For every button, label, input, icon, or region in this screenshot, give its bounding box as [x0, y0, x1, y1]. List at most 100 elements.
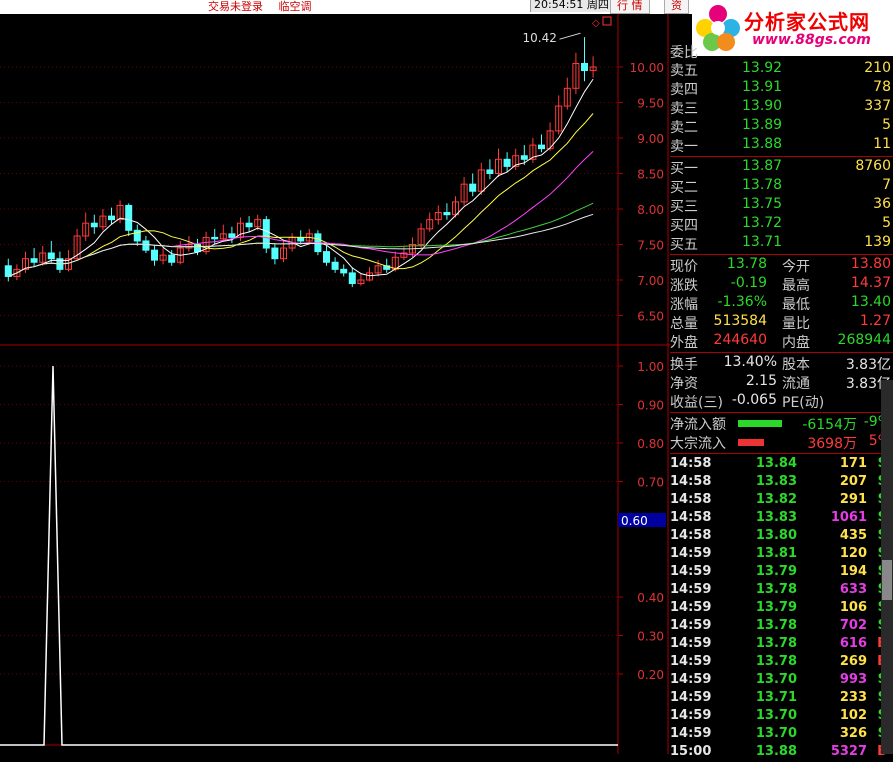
tick-time: 14:59 — [670, 582, 712, 597]
fund-value: 3.83亿 — [845, 357, 891, 373]
stat-label: 涨跌 — [670, 278, 698, 294]
tick-time: 14:59 — [670, 546, 712, 561]
debug-label: 临空调 — [278, 0, 312, 13]
tick-row: 14:5813.82291S — [670, 492, 893, 510]
price-label: 8.50 — [637, 168, 664, 182]
flow-separator — [670, 412, 893, 413]
ask-row: 卖三 13.90 337 — [670, 98, 893, 117]
tick-time: 14:59 — [670, 708, 712, 723]
price-label: 9.50 — [637, 97, 664, 111]
indicator-label: 0.70 — [637, 476, 664, 490]
ma20-line — [8, 151, 594, 277]
candle-body — [245, 222, 253, 228]
bid-volume: 139 — [864, 234, 891, 250]
tick-volume: 616 — [839, 636, 867, 651]
stat-label: 外盘 — [670, 335, 698, 351]
ask-label: 卖二 — [670, 120, 698, 136]
bid-label: 买三 — [670, 199, 698, 215]
bid-price: 13.87 — [742, 158, 783, 174]
ask-volume: 78 — [873, 79, 891, 95]
info-button[interactable]: 资 — [664, 0, 689, 14]
indicator-line — [0, 365, 618, 746]
quote-button[interactable]: 行 情 — [610, 0, 650, 14]
candle-body — [142, 240, 150, 251]
price-label: 9.00 — [637, 132, 664, 146]
candle-body — [503, 158, 511, 167]
tick-price: 13.78 — [755, 618, 797, 633]
tick-price: 13.79 — [755, 564, 797, 579]
tick-time: 15:00 — [670, 744, 712, 759]
tick-row: 14:5913.70102S — [670, 708, 893, 726]
vertical-scrollbar[interactable] — [881, 380, 893, 754]
tick-price: 13.83 — [755, 474, 797, 489]
commission-ratio-row: 委比 — [670, 42, 893, 61]
tick-price: 13.70 — [755, 672, 797, 687]
stat-value: 13.78 — [726, 256, 767, 272]
bid-row: 买二 13.78 7 — [670, 177, 893, 196]
tick-price: 13.78 — [755, 582, 797, 597]
bid-label: 买二 — [670, 180, 698, 196]
scrollbar-thumb[interactable] — [882, 560, 892, 600]
price-label: 7.50 — [637, 239, 664, 253]
candle-body — [297, 236, 305, 242]
fundamentals-row: 收益(三)-0.065PE(动)- — [670, 392, 893, 411]
tick-row: 14:5913.79194S — [670, 564, 893, 582]
tick-price: 13.79 — [755, 600, 797, 615]
ask-price: 13.92 — [742, 60, 783, 76]
ask-price: 13.90 — [742, 98, 783, 114]
candle-body — [340, 268, 348, 274]
tick-price: 13.78 — [755, 636, 797, 651]
bid-row: 买三 13.75 36 — [670, 196, 893, 215]
ask-volume: 337 — [864, 98, 891, 114]
tick-row: 14:5913.78616B — [670, 636, 893, 654]
candle-body — [228, 233, 236, 238]
tick-row: 14:5813.831061S — [670, 510, 893, 528]
kline-chart[interactable]: 10.00 9.50 9.00 8.50 8.00 7.50 7.00 6.50 10.42 ◇ 1… — [0, 14, 670, 754]
tick-row: 14:5913.78702S — [670, 618, 893, 636]
ticks-separator — [670, 453, 893, 454]
candle-body — [323, 251, 330, 263]
fund-label: 流通 — [782, 376, 810, 392]
indicator-label: 1.00 — [637, 360, 664, 374]
fundamentals-row: 换手 13.40% 股本 3.83亿 — [670, 354, 893, 373]
clock: 20:54:51 周四 — [530, 0, 612, 12]
stat-label: 量比 — [782, 316, 810, 332]
indicator-label: 0.20 — [637, 668, 664, 682]
high-price-label: 10.42 — [523, 31, 557, 45]
flow-label: 大宗流入 — [670, 436, 726, 452]
ask-volume: 11 — [873, 136, 891, 152]
flow-value: 3698万 — [807, 436, 857, 452]
ask-label: 卖五 — [670, 63, 698, 79]
ask-volume: 210 — [864, 60, 891, 76]
tick-volume: 269 — [839, 654, 867, 669]
ask-label: 卖一 — [670, 139, 698, 155]
bid-label: 买一 — [670, 161, 698, 177]
ask-volume: 5 — [882, 117, 891, 133]
bid-price: 13.75 — [742, 196, 783, 212]
tick-time: 14:59 — [670, 654, 712, 669]
fund-label: PE(动) — [782, 395, 825, 411]
tick-volume: 633 — [839, 582, 867, 597]
candle-body — [520, 155, 528, 160]
stats-separator — [670, 254, 893, 255]
tick-volume: 291 — [839, 492, 867, 507]
ask-price: 13.88 — [742, 136, 783, 152]
bid-label: 买四 — [670, 218, 698, 234]
stat-label: 现价 — [670, 259, 698, 275]
stats-row: 外盘 244640 内盘 268944 — [670, 332, 893, 351]
candle-body — [331, 261, 339, 270]
flow-bar — [738, 439, 764, 446]
flow-bar — [738, 420, 782, 427]
stat-value: 13.80 — [850, 256, 891, 272]
ask-bid-separator — [670, 156, 893, 157]
tick-volume: 993 — [839, 672, 867, 687]
tick-price: 13.80 — [755, 528, 797, 543]
price-label: 6.50 — [637, 310, 664, 324]
price-label: 8.00 — [637, 203, 664, 217]
ma5-line — [8, 78, 594, 277]
candle-body — [151, 249, 158, 261]
bid-price: 13.78 — [742, 177, 783, 193]
tick-row: 14:5913.70326S — [670, 726, 893, 744]
square-icon — [602, 16, 612, 26]
fund-label: 净资 — [670, 376, 698, 392]
